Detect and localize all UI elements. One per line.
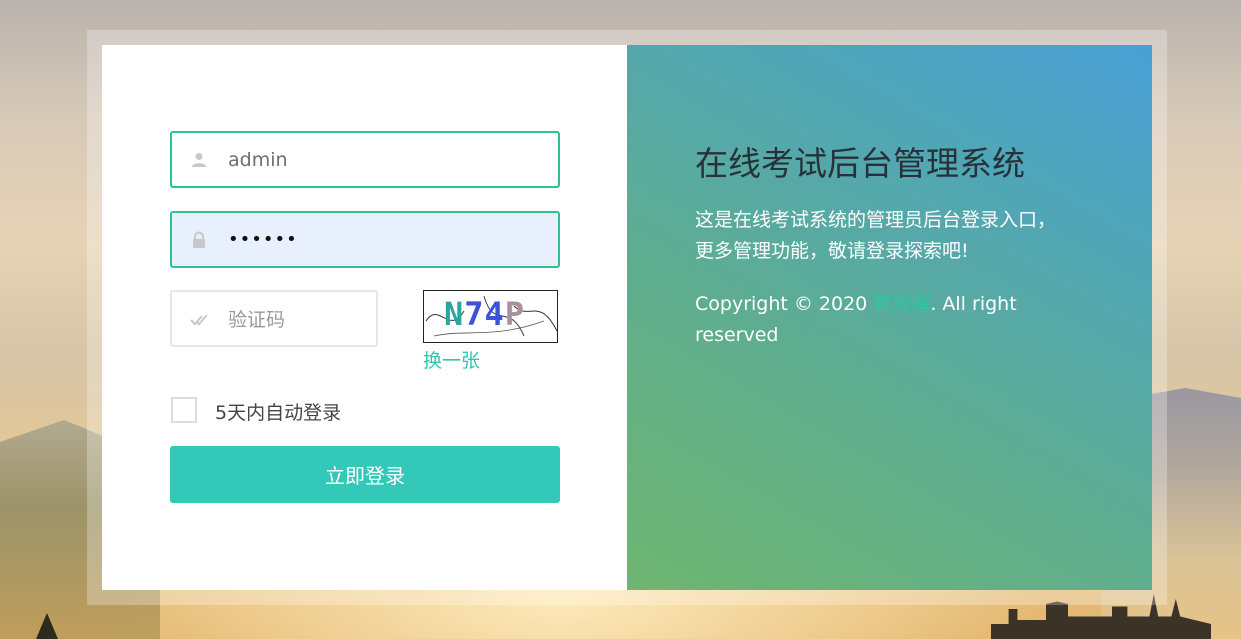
copyright-text: Copyright © 2020 郭观辉. All right reserved (695, 289, 1075, 351)
system-title: 在线考试后台管理系统 (695, 144, 1025, 183)
double-check-icon (190, 310, 208, 328)
lock-icon (190, 231, 208, 249)
author-name[interactable]: 郭观辉 (873, 293, 930, 315)
username-field[interactable]: admin (170, 131, 560, 188)
system-description: 这是在线考试系统的管理员后台登录入口，更多管理功能，敬请登录探索吧! (695, 209, 1057, 262)
captcha-refresh-link[interactable]: 换一张 (423, 346, 480, 373)
captcha-image[interactable]: N74P (423, 290, 558, 343)
login-button[interactable]: 立即登录 (170, 446, 560, 503)
captcha-code: N74P (444, 295, 525, 333)
user-icon (190, 151, 208, 169)
captcha-text: N74P (444, 295, 526, 333)
username-value: admin (228, 148, 288, 171)
info-panel: 在线考试后台管理系统 这是在线考试系统的管理员后台登录入口，更多管理功能，敬请登… (627, 45, 1152, 590)
remember-me-label: 5天内自动登录 (215, 402, 342, 424)
password-field[interactable]: •••••• (170, 211, 560, 268)
remember-me-checkbox[interactable] (171, 397, 197, 423)
captcha-input[interactable]: 验证码 (170, 290, 378, 347)
password-value: •••••• (228, 229, 298, 250)
captcha-placeholder: 验证码 (228, 309, 286, 331)
copyright-prefix: Copyright © 2020 (695, 293, 874, 315)
